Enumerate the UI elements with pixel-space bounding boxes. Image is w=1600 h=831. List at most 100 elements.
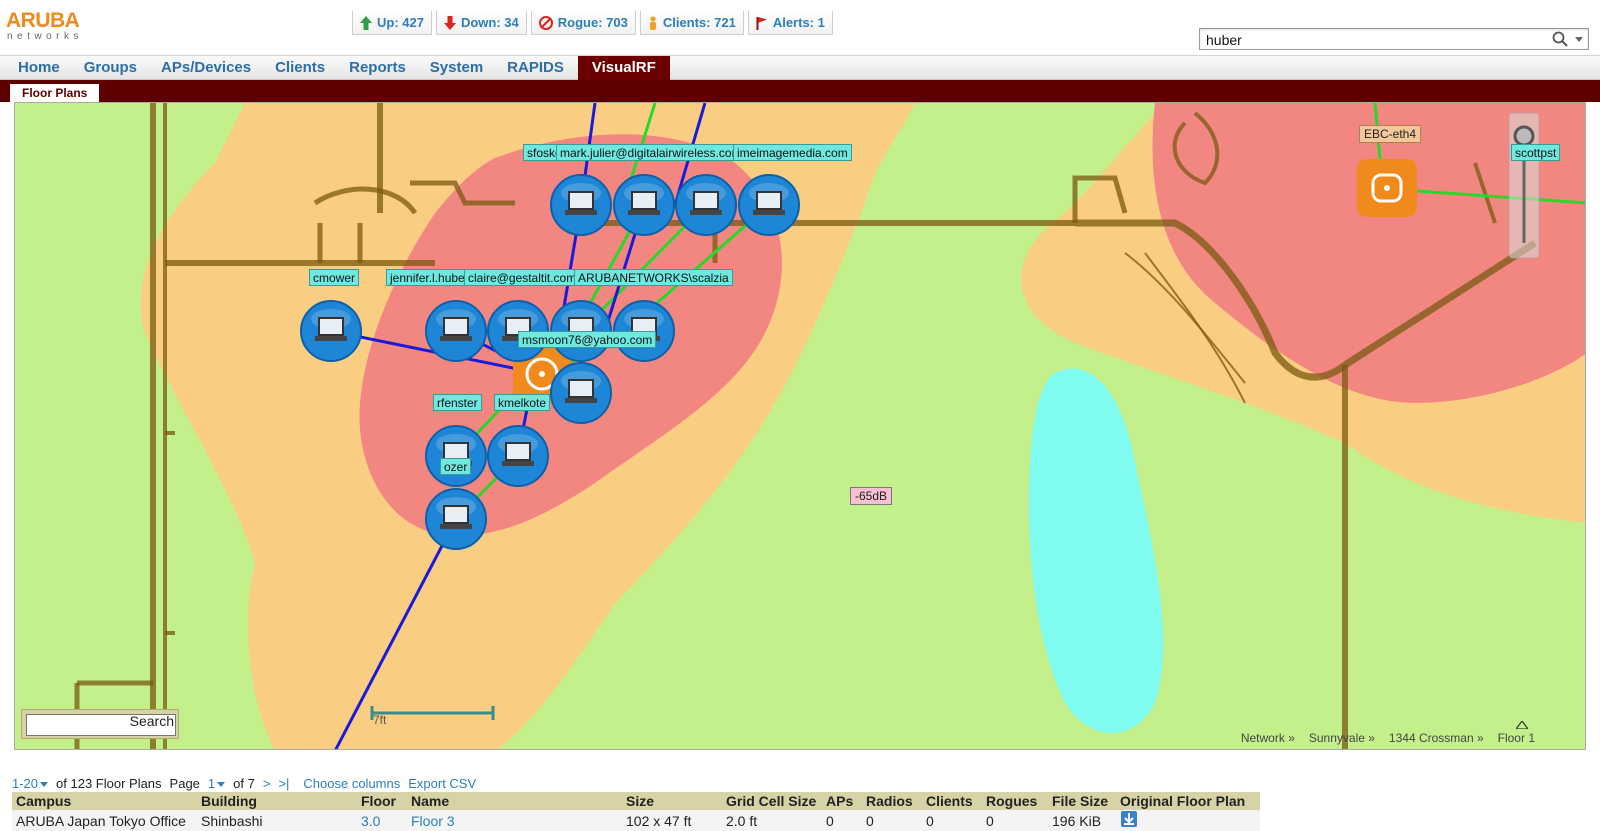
tab-floor-plans[interactable]: Floor Plans [10, 84, 100, 102]
nav-system[interactable]: System [420, 56, 493, 80]
zoom-slider-track[interactable] [1508, 112, 1540, 259]
cell-aps: 0 [822, 810, 862, 831]
breadcrumb-sunnyvale[interactable]: Sunnyvale » [1309, 731, 1375, 745]
search-input[interactable] [1206, 31, 1546, 48]
status-rogue-label: Rogue: 703 [557, 15, 628, 30]
client-marker[interactable] [738, 174, 800, 236]
laptop-icon [443, 505, 469, 524]
nav-home[interactable]: Home [8, 56, 70, 80]
table-row[interactable]: ARUBA Japan Tokyo Office Shinbashi 3.0 F… [12, 810, 1260, 831]
col-size[interactable]: Size [622, 792, 722, 810]
nav-visualrf[interactable]: VisualRF [577, 56, 670, 80]
page-label: Page [169, 776, 200, 791]
client-label-claire[interactable]: claire@gestaltit.com [464, 269, 581, 286]
client-label-scott[interactable]: scottpst [1511, 144, 1561, 161]
cell-rogues: 0 [982, 810, 1048, 831]
col-building[interactable]: Building [197, 792, 357, 810]
client-marker[interactable] [675, 174, 737, 236]
client-label-rfenster[interactable]: rfenster [433, 394, 482, 411]
nav-rapids[interactable]: RAPIDS [497, 56, 574, 80]
col-clients[interactable]: Clients [922, 792, 982, 810]
cell-original-floor-plan [1116, 810, 1260, 831]
status-bar: Up: 427 Down: 34 Rogue: 703 Clients: 721… [352, 11, 833, 35]
laptop-icon [568, 379, 594, 398]
logo-tagline: networks [7, 31, 84, 42]
laptop-icon [693, 191, 719, 210]
ap-label-ebc-eth4[interactable]: EBC-eth4 [1359, 125, 1422, 143]
client-label-msmoon[interactable]: msmoon76@yahoo.com [518, 331, 657, 348]
status-clients[interactable]: Clients: 721 [639, 11, 744, 35]
choose-columns-link[interactable]: Choose columns [303, 776, 400, 792]
col-file-size[interactable]: File Size [1048, 792, 1116, 810]
client-marker[interactable] [425, 425, 487, 487]
status-alerts[interactable]: Alerts: 1 [747, 11, 833, 35]
status-up[interactable]: Up: 427 [352, 11, 432, 35]
status-clients-label: Clients: 721 [662, 15, 736, 30]
download-icon[interactable] [1120, 810, 1138, 828]
last-page-link[interactable]: >| [278, 776, 289, 792]
down-arrow-icon [443, 15, 456, 30]
client-label-media[interactable]: imeimagemedia.com [733, 144, 852, 161]
breadcrumb-network[interactable]: Network » [1241, 731, 1295, 745]
col-radios[interactable]: Radios [862, 792, 922, 810]
export-csv-link[interactable]: Export CSV [408, 776, 476, 792]
cell-file-size: 196 KiB [1048, 810, 1116, 831]
client-label-scalzia[interactable]: ARUBANETWORKS\scalzia [574, 269, 733, 286]
nav-clients[interactable]: Clients [265, 56, 335, 80]
client-marker[interactable] [487, 425, 549, 487]
client-marker[interactable] [300, 300, 362, 362]
chevron-down-icon [40, 782, 49, 788]
floor-plan-map[interactable]: sfoske mark.julier@digitalairwireless.com… [14, 102, 1586, 750]
cell-building: Shinbashi [197, 810, 357, 831]
col-rogues[interactable]: Rogues [982, 792, 1048, 810]
next-page-link[interactable]: > [263, 776, 271, 792]
cell-floor[interactable]: 3.0 [357, 810, 407, 831]
nav-aps-devices[interactable]: APs/Devices [151, 56, 261, 80]
rogue-icon [538, 15, 553, 30]
col-campus[interactable]: Campus [12, 792, 197, 810]
client-marker[interactable] [550, 362, 612, 424]
col-grid-cell-size[interactable]: Grid Cell Size [722, 792, 822, 810]
client-label-ozer[interactable]: ozer [440, 458, 472, 475]
nav-groups[interactable]: Groups [74, 56, 147, 80]
status-down[interactable]: Down: 34 [435, 11, 527, 35]
search-icon[interactable] [1552, 31, 1568, 47]
client-marker[interactable] [425, 488, 487, 550]
chevron-down-icon [217, 782, 226, 788]
client-marker[interactable] [613, 174, 675, 236]
pagination: 1-20 of 123 Floor Plans Page 1 of 7 > >|… [12, 776, 476, 792]
scale-label: 7ft [373, 713, 387, 727]
client-label-mark[interactable]: mark.julier@digitalairwireless.com [556, 144, 746, 161]
aruba-logo[interactable]: ARUBA networks [6, 9, 102, 43]
ap-marker-ebc-eth4[interactable] [1357, 159, 1417, 217]
chevron-down-icon[interactable] [1575, 37, 1583, 42]
client-label-cmower[interactable]: cmower [309, 269, 360, 286]
signal-strength-label: -65dB [850, 487, 893, 505]
client-label-kmelkote[interactable]: kmelkote [494, 394, 551, 411]
breadcrumb-floor[interactable]: Floor 1 [1498, 721, 1535, 745]
main-nav: Home Groups APs/Devices Clients Reports … [0, 56, 1600, 80]
page-select[interactable]: 1 [207, 776, 226, 792]
header: ARUBA networks Up: 427 Down: 34 Rogue: 7… [0, 0, 1600, 56]
col-aps[interactable]: APs [822, 792, 862, 810]
client-marker[interactable] [425, 300, 487, 362]
cell-grid-cell-size: 2.0 ft [722, 810, 822, 831]
global-search[interactable] [1199, 28, 1589, 50]
laptop-icon [756, 191, 782, 210]
status-rogue[interactable]: Rogue: 703 [530, 11, 636, 35]
page-size-select[interactable]: 1-20 [12, 776, 49, 792]
col-original-floor-plan[interactable]: Original Floor Plan [1116, 792, 1260, 810]
col-floor[interactable]: Floor [357, 792, 407, 810]
client-label-jennifer[interactable]: jennifer.l.huber [386, 269, 473, 286]
laptop-icon [505, 442, 531, 461]
map-search-button[interactable]: Search [130, 713, 174, 729]
cell-name[interactable]: Floor 3 [407, 810, 622, 831]
page-number: 1 [207, 776, 216, 791]
breadcrumb-building[interactable]: 1344 Crossman » [1389, 731, 1484, 745]
laptop-icon [568, 191, 594, 210]
nav-reports[interactable]: Reports [339, 56, 416, 80]
col-name[interactable]: Name [407, 792, 622, 810]
client-marker[interactable] [550, 174, 612, 236]
heatmap-canvas[interactable] [15, 103, 1586, 750]
status-down-label: Down: 34 [460, 15, 519, 30]
